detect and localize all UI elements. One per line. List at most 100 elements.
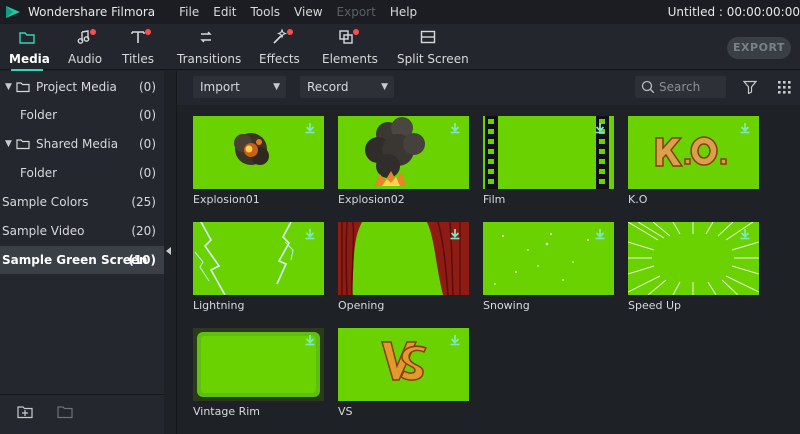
download-icon[interactable] [739,228,751,240]
download-icon[interactable] [739,122,751,134]
import-dropdown[interactable]: Import ▼ [193,76,286,98]
sidebar-divider [0,394,164,395]
menu-view[interactable]: View [294,5,322,19]
media-thumbnail[interactable] [628,222,759,295]
media-item-vs[interactable]: VS [338,328,469,418]
media-thumbnail[interactable] [338,222,469,295]
media-item-lightning[interactable]: Lightning [193,222,324,312]
filmora-logo-icon [6,6,20,18]
download-icon[interactable] [594,122,606,134]
media-item-label: K.O [628,193,648,206]
tab-transitions-label: Transitions [177,52,242,66]
chevron-down-icon[interactable]: ▼ [5,82,13,92]
menu-edit[interactable]: Edit [213,5,236,19]
tab-audio[interactable]: Audio [68,28,102,68]
media-item-speed-up[interactable]: Speed Up [628,222,759,312]
tab-elements-label: Elements [322,52,378,66]
sidebar-item-label: Sample Colors [2,195,89,209]
document-title: Untitled : 00:00:00:00 [667,5,800,19]
folder-outline-icon[interactable] [57,404,73,420]
search-icon [641,80,655,94]
media-item-explosion02[interactable]: Explosion02 [338,116,469,206]
tab-transitions[interactable]: Transitions [177,28,242,68]
sidebar-item-label: Folder [20,166,58,180]
download-icon[interactable] [449,334,461,346]
effects-new-badge [287,29,293,35]
sidebar-item-shared-media[interactable]: ▼ Shared Media (0) [0,130,164,158]
chevron-down-icon: ▼ [381,82,388,92]
media-item-label: Speed Up [628,299,682,312]
elements-icon [339,30,353,44]
sidebar-item-project-folder[interactable]: Folder (0) [0,101,164,129]
media-item-vintage-rim[interactable]: Vintage Rim [193,328,324,418]
folder-icon [16,139,30,150]
menu-help[interactable]: Help [390,5,417,19]
media-grid: Explosion01 Explosion02 Film K.O Lightni… [177,105,800,434]
menu-file[interactable]: File [179,5,199,19]
effects-icon [273,28,287,44]
tab-effects[interactable]: Effects [259,28,300,68]
sidebar-item-sample-video[interactable]: Sample Video (20) [0,217,164,245]
tab-elements[interactable]: Elements [322,28,378,68]
tab-titles[interactable]: Titles [122,28,154,68]
tab-effects-label: Effects [259,52,300,66]
media-item-film[interactable]: Film [483,116,614,206]
download-icon[interactable] [304,228,316,240]
media-item-snowing[interactable]: Snowing [483,222,614,312]
media-item-label: Film [483,193,506,206]
menu-bar: Wondershare Filmora File Edit Tools View… [0,0,800,24]
media-item-explosion01[interactable]: Explosion01 [193,116,324,206]
search-input[interactable]: Search [635,76,726,98]
new-folder-icon[interactable] [17,404,33,420]
download-icon[interactable] [449,122,461,134]
download-icon[interactable] [304,122,316,134]
sidebar-item-count: (0) [139,137,156,151]
tab-media[interactable]: Media [9,28,50,71]
tab-media-label: Media [9,52,50,66]
media-thumbnail[interactable] [338,328,469,401]
titles-new-badge [145,29,151,35]
audio-new-badge [90,29,96,35]
menu-export[interactable]: Export [337,5,376,19]
folder-icon [16,82,30,93]
grid-view-icon[interactable] [778,81,791,94]
media-item-label: Explosion01 [193,193,260,206]
media-thumbnail[interactable] [483,222,614,295]
menu-tools[interactable]: Tools [250,5,280,19]
filmora-window: Wondershare Filmora File Edit Tools View… [0,0,800,434]
sidebar-item-label: Sample Video [2,224,85,238]
media-item-ko[interactable]: K.O [628,116,759,206]
toolbar: Media Audio Titles Transitions Effects E… [0,24,800,71]
download-icon[interactable] [449,228,461,240]
media-thumbnail[interactable] [628,116,759,189]
search-placeholder: Search [659,80,701,94]
tab-split-screen[interactable]: Split Screen [397,28,469,68]
sidebar-item-shared-folder[interactable]: Folder (0) [0,159,164,187]
tab-split-screen-label: Split Screen [397,52,469,66]
export-button[interactable]: EXPORT [727,37,791,59]
sidebar-item-sample-green-screen[interactable]: Sample Green Screen (10) [0,246,164,274]
chevron-down-icon: ▼ [273,82,280,92]
download-icon[interactable] [594,228,606,240]
media-library-sidebar: ▼ Project Media (0) Folder (0) ▼ Shared … [0,71,164,434]
record-dropdown[interactable]: Record ▼ [300,76,394,98]
media-thumbnail[interactable] [483,116,614,189]
transition-icon [200,31,212,43]
sidebar-item-project-media[interactable]: ▼ Project Media (0) [0,73,164,101]
chevron-down-icon[interactable]: ▼ [5,139,13,149]
media-thumbnail[interactable] [193,328,324,401]
media-item-opening[interactable]: Opening [338,222,469,312]
collapse-panel-icon[interactable] [166,247,171,255]
folder-icon [19,32,35,44]
record-dropdown-label: Record [307,80,349,94]
tab-titles-label: Titles [122,52,154,66]
sidebar-item-sample-colors[interactable]: Sample Colors (25) [0,188,164,216]
sidebar-item-count: (0) [139,108,156,122]
download-icon[interactable] [304,334,316,346]
filter-icon[interactable] [743,80,757,94]
media-thumbnail[interactable] [193,222,324,295]
media-thumbnail[interactable] [338,116,469,189]
media-thumbnail[interactable] [193,116,324,189]
text-icon [131,31,145,43]
import-dropdown-label: Import [200,80,240,94]
